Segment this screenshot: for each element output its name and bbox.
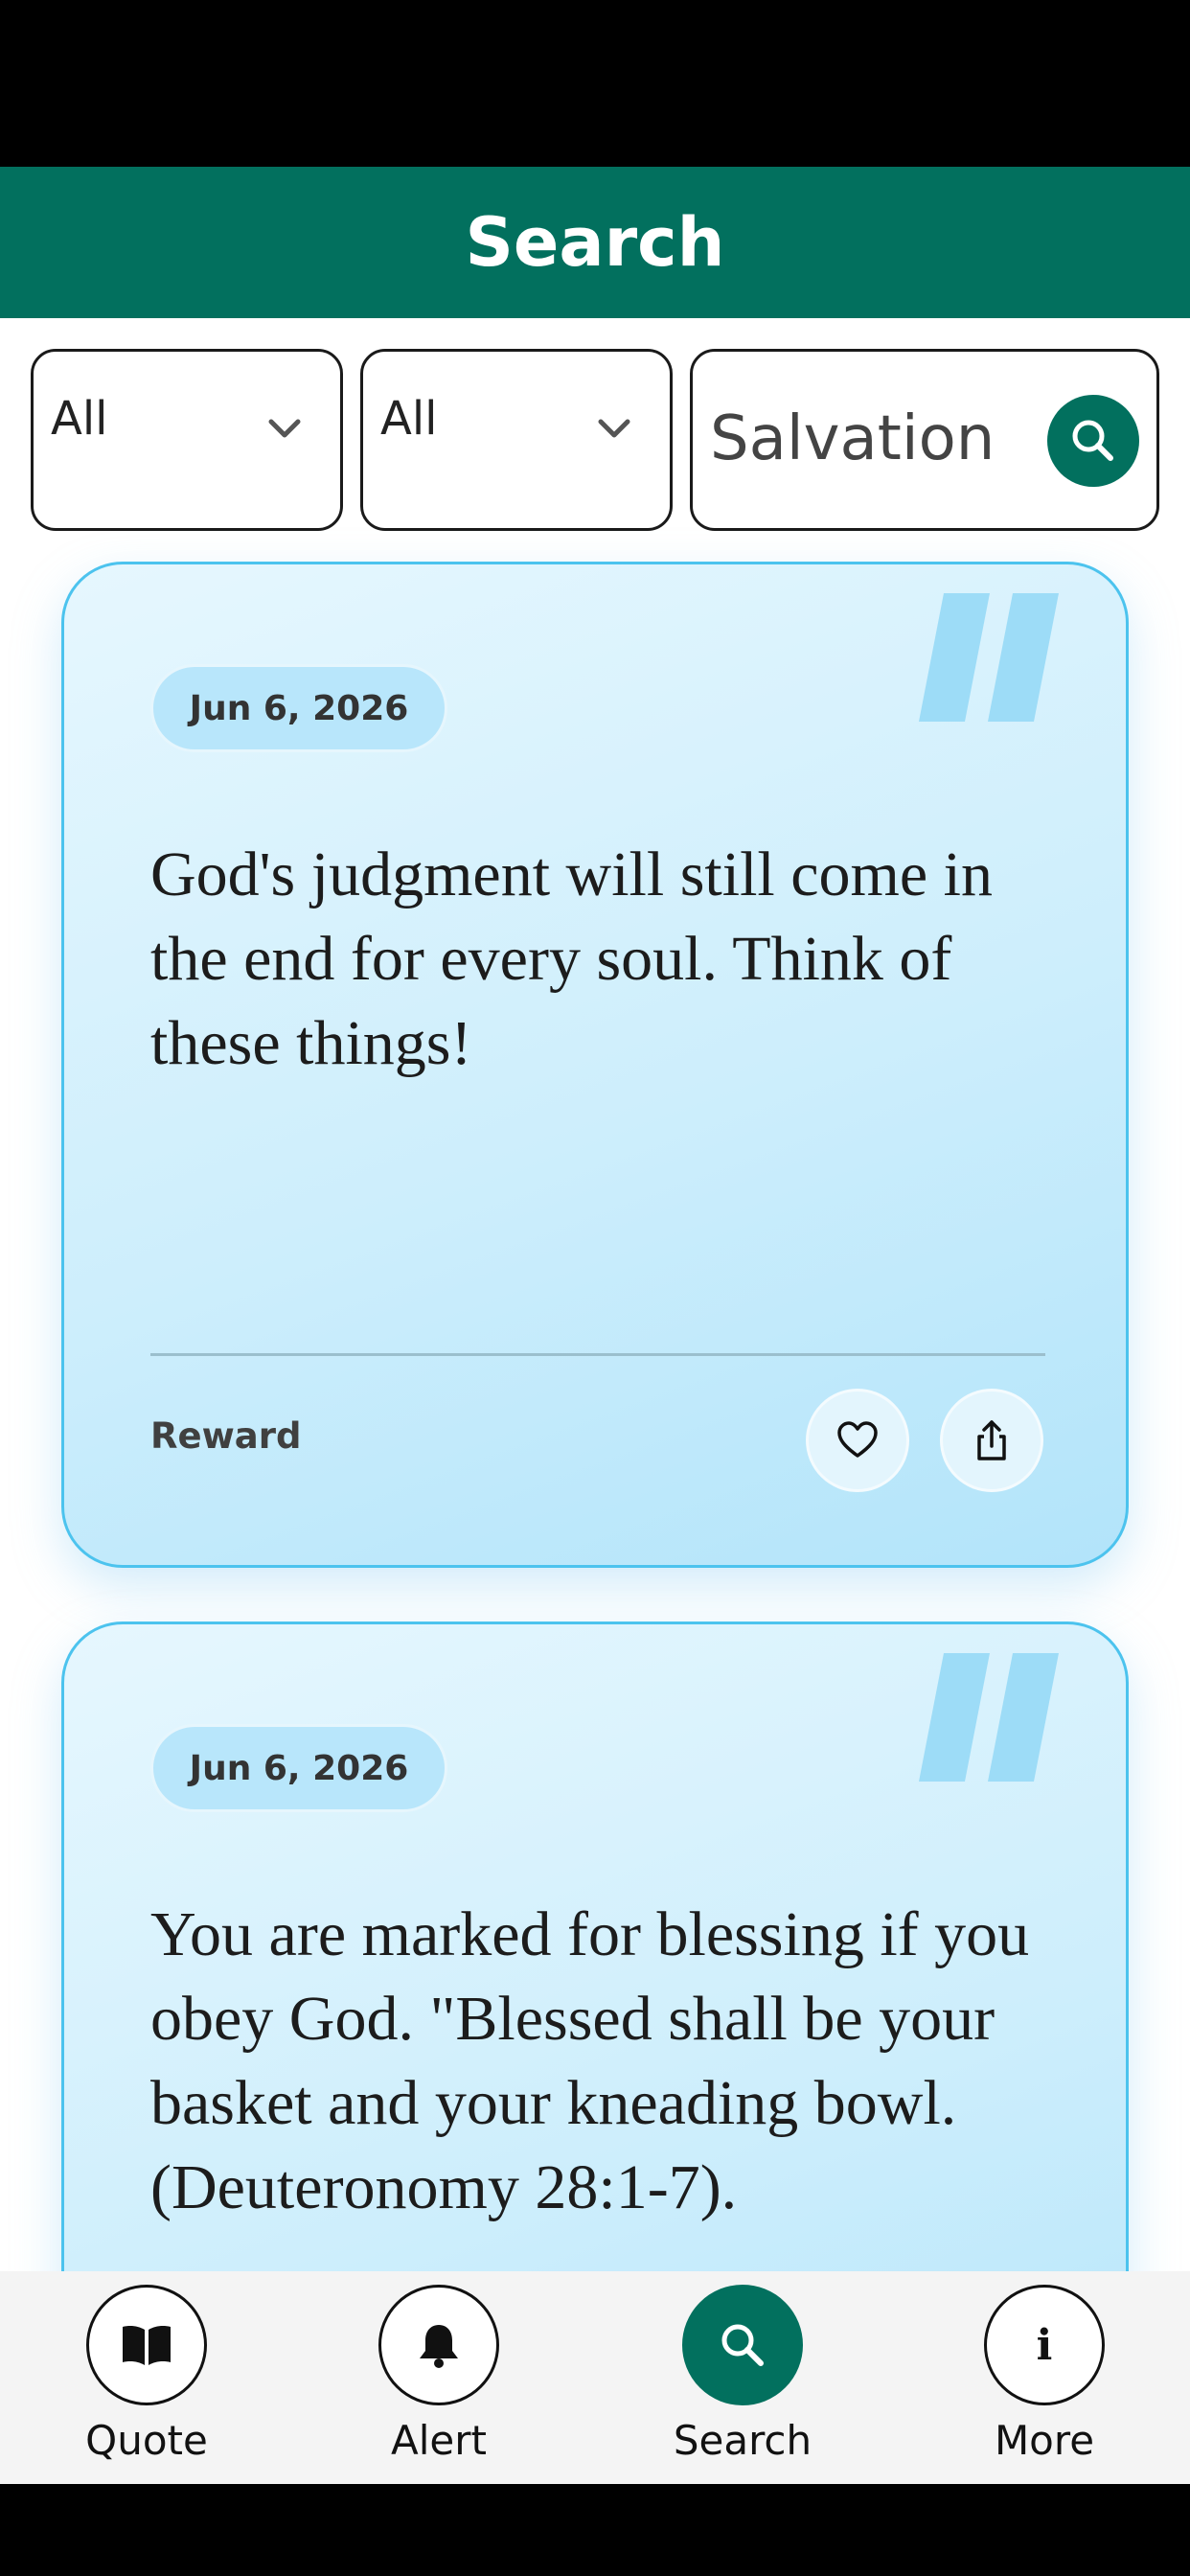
- quote-text: God's judgment will still come in the en…: [150, 840, 994, 1078]
- nav-item-alert[interactable]: Alert: [343, 2285, 535, 2476]
- quote-mark-icon: [919, 593, 1059, 722]
- nav-label: Search: [673, 2417, 812, 2464]
- search-icon: [1072, 420, 1113, 461]
- card-divider: [150, 1353, 1045, 1356]
- main-content: All All Jun 6, 2026 God's judgment will …: [0, 318, 1190, 2271]
- search-icon: [721, 2324, 764, 2366]
- category-filter-dropdown[interactable]: All: [31, 349, 343, 531]
- quote-mark-icon: [919, 1653, 1059, 1782]
- nav-icon-button: i: [984, 2285, 1105, 2405]
- nav-label: More: [994, 2417, 1095, 2464]
- bottom-navigation: Quote Alert Search i More: [0, 2271, 1190, 2484]
- favorite-button[interactable]: [806, 1389, 909, 1492]
- info-icon: i: [1036, 2320, 1053, 2370]
- nav-label: Alert: [391, 2417, 487, 2464]
- nav-item-quote[interactable]: Quote: [51, 2285, 242, 2476]
- chevron-down-icon: [598, 419, 630, 438]
- search-button[interactable]: [1047, 395, 1139, 487]
- bell-icon: [420, 2325, 458, 2368]
- heart-icon: [837, 1421, 878, 1458]
- date-filter-dropdown[interactable]: All: [360, 349, 673, 531]
- nav-item-more[interactable]: i More: [949, 2285, 1140, 2476]
- nav-icon-button: [682, 2285, 803, 2405]
- category-label: Reward: [150, 1415, 302, 1457]
- search-field: [690, 349, 1159, 531]
- home-indicator-area: [0, 2484, 1190, 2576]
- page-title: Search: [465, 203, 725, 282]
- search-input[interactable]: [710, 396, 1026, 482]
- nav-icon-button: [378, 2285, 499, 2405]
- book-icon: [123, 2326, 171, 2365]
- share-icon: [977, 1420, 1006, 1460]
- status-bar: [0, 0, 1190, 167]
- share-button[interactable]: [940, 1389, 1043, 1492]
- date-badge: Jun 6, 2026: [150, 664, 447, 752]
- date-badge: Jun 6, 2026: [150, 1724, 447, 1812]
- chevron-down-icon: [268, 419, 301, 438]
- quote-text: You are marked for blessing if you obey …: [150, 1899, 1030, 2222]
- nav-icon-button: [86, 2285, 207, 2405]
- quote-card: Jun 6, 2026 You are marked for blessing …: [61, 1622, 1129, 2271]
- filter-selected-value: All: [380, 392, 438, 446]
- nav-item-search[interactable]: Search: [647, 2285, 838, 2476]
- quote-card: Jun 6, 2026 God's judgment will still co…: [61, 562, 1129, 1568]
- nav-label: Quote: [85, 2417, 208, 2464]
- header-bar: Search: [0, 167, 1190, 318]
- filter-selected-value: All: [51, 392, 108, 446]
